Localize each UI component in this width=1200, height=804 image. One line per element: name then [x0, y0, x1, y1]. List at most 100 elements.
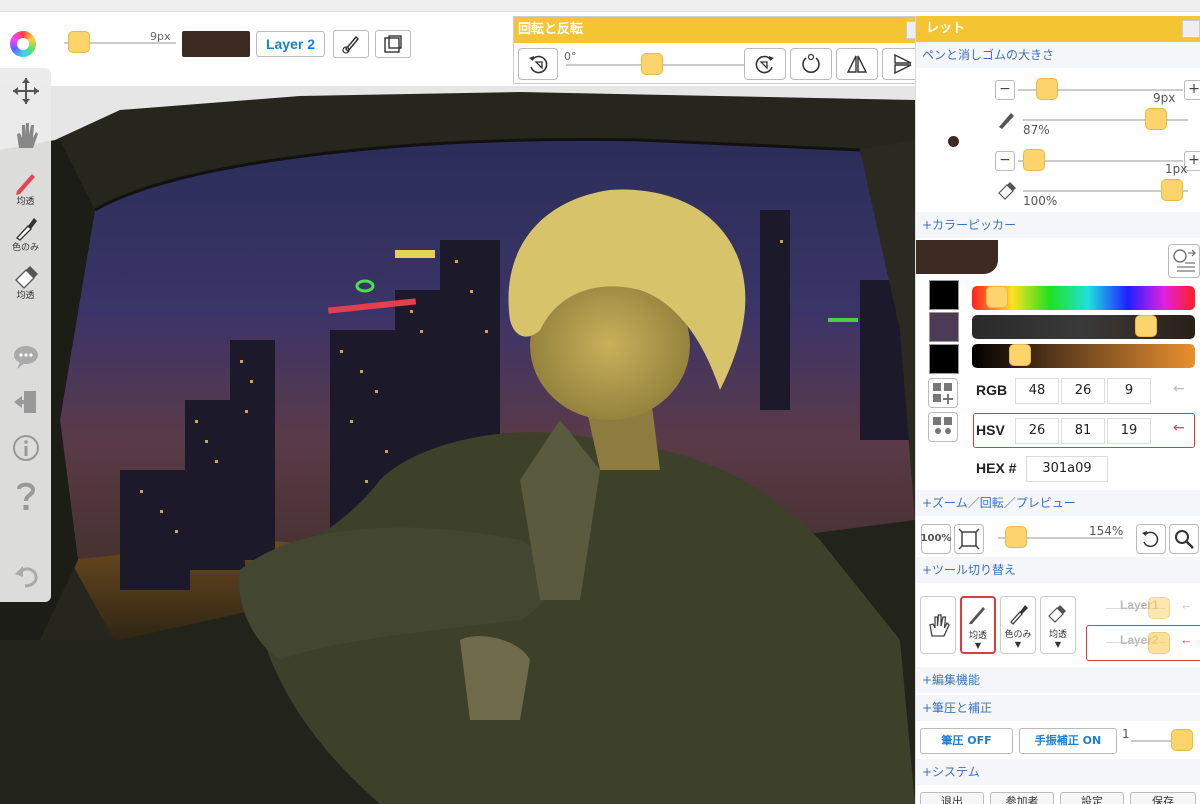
- colorpicker-section-header[interactable]: +カラーピッカー: [916, 212, 1200, 238]
- pen-tool[interactable]: 均透: [0, 168, 51, 207]
- eraser-tool[interactable]: 均透: [0, 262, 51, 301]
- slider-knob[interactable]: [1171, 729, 1193, 751]
- eraser-size-slider[interactable]: [1018, 149, 1183, 171]
- hsv-apply-arrow-icon[interactable]: ←: [1173, 420, 1185, 436]
- color-history-swatch[interactable]: [929, 280, 959, 310]
- tool-card-label: 色のみ: [1004, 630, 1032, 640]
- layer-2-item[interactable]: Layer2 ←: [1106, 628, 1194, 658]
- edit-section-header[interactable]: +編集機能: [916, 667, 1200, 693]
- pen-size-plus-button[interactable]: +: [1184, 80, 1200, 100]
- rgb-b-field[interactable]: 9: [1107, 378, 1151, 404]
- zoom-fit-button[interactable]: [954, 524, 984, 554]
- slider-knob[interactable]: [1161, 179, 1183, 201]
- eraser-size-minus-button[interactable]: −: [995, 151, 1015, 171]
- palette-close-button[interactable]: [1182, 20, 1200, 38]
- layer-opacity-knob[interactable]: [1148, 597, 1170, 619]
- save-button[interactable]: 保存: [1130, 792, 1196, 804]
- flip-horizontal-button[interactable]: [836, 48, 878, 80]
- slider-knob[interactable]: [1135, 315, 1157, 337]
- eyedropper-tool-label: 色のみ: [11, 243, 39, 253]
- rotate-zero-button[interactable]: [790, 48, 832, 80]
- slider-knob[interactable]: [1023, 149, 1045, 171]
- zoom-section-label: +ズーム／回転／プレビュー: [922, 496, 1076, 510]
- pressure-section-header[interactable]: +筆圧と補正: [916, 695, 1200, 721]
- pen-eraser-section-header[interactable]: ペンと消しゴムの大きさ: [916, 42, 1200, 68]
- slider-knob[interactable]: [641, 53, 663, 75]
- add-swatch-button[interactable]: [928, 378, 958, 408]
- chat-button[interactable]: [0, 344, 51, 370]
- participants-button[interactable]: 参加者: [990, 792, 1054, 804]
- undo-button[interactable]: [0, 562, 51, 590]
- hex-field[interactable]: 301a09: [1026, 456, 1108, 482]
- shared-palette-button[interactable]: [928, 412, 958, 442]
- slider-knob[interactable]: [1036, 78, 1058, 100]
- slider-knob[interactable]: [68, 31, 90, 53]
- eyedropper-tool-card[interactable]: 色のみ ▼: [1000, 596, 1036, 654]
- layer-1-item[interactable]: Layer1 ←: [1106, 594, 1194, 624]
- rgb-apply-arrow-icon[interactable]: ←: [1173, 381, 1185, 397]
- slider-knob[interactable]: [1145, 108, 1167, 130]
- color-swap-button[interactable]: [1168, 244, 1200, 278]
- tool-switch-section-header[interactable]: +ツール切り替え: [916, 557, 1200, 583]
- eraser-opacity-slider[interactable]: [1023, 179, 1188, 201]
- exit-room-button[interactable]: [0, 388, 51, 416]
- slider-knob[interactable]: [1005, 526, 1027, 548]
- pen-settings-button[interactable]: [333, 30, 369, 58]
- zoom-reset-button[interactable]: 100%: [921, 524, 951, 554]
- value-slider[interactable]: [972, 344, 1195, 368]
- hue-slider[interactable]: [972, 286, 1195, 310]
- hsv-s-field[interactable]: 81: [1061, 418, 1105, 444]
- exit-button[interactable]: 退出: [920, 792, 984, 804]
- zoom-section-header[interactable]: +ズーム／回転／プレビュー: [916, 490, 1200, 516]
- eyedropper-tool[interactable]: 色のみ: [0, 214, 51, 253]
- brush-size-value: 9px: [150, 30, 171, 43]
- color-history-swatch[interactable]: [929, 344, 959, 374]
- layer-opacity-knob[interactable]: [1148, 632, 1170, 654]
- eraser-tool-label: 均透: [16, 291, 35, 301]
- saturation-slider[interactable]: [972, 315, 1195, 339]
- drawing-canvas[interactable]: [0, 0, 915, 804]
- layer-button[interactable]: Layer 2: [256, 31, 325, 57]
- stabilizer-slider[interactable]: [1131, 729, 1193, 751]
- rgb-g-field[interactable]: 26: [1061, 378, 1105, 404]
- hsv-h-field[interactable]: 26: [1015, 418, 1059, 444]
- preview-button[interactable]: [1169, 524, 1199, 554]
- layer-select-arrow-icon[interactable]: ←: [1180, 632, 1193, 647]
- stabilizer-toggle-button[interactable]: 手振補正 ON: [1019, 728, 1117, 754]
- transform-button[interactable]: [375, 30, 411, 58]
- rotate-reset-icon: [1142, 531, 1159, 548]
- info-button[interactable]: [0, 434, 51, 462]
- pen-tool-card[interactable]: 均透 ▼: [960, 596, 996, 654]
- dropdown-triangle-icon: ▼: [974, 641, 982, 650]
- settings-button[interactable]: 設定: [1060, 792, 1124, 804]
- system-section-header[interactable]: +システム: [916, 759, 1200, 785]
- rgb-r-field[interactable]: 48: [1015, 378, 1059, 404]
- zoom-rotate-reset-button[interactable]: [1136, 524, 1166, 554]
- system-section-label: +システム: [922, 765, 980, 779]
- rotate-angle-slider[interactable]: [566, 53, 746, 75]
- color-wheel-icon[interactable]: [10, 31, 36, 57]
- eraser-tool-card[interactable]: 均透 ▼: [1040, 596, 1076, 654]
- slider-knob[interactable]: [986, 286, 1008, 308]
- pen-opacity-slider[interactable]: [1023, 108, 1188, 130]
- pressure-toggle-button[interactable]: 筆圧 OFF: [920, 728, 1013, 754]
- slider-knob[interactable]: [1009, 344, 1031, 366]
- eraser-opacity-value: 100%: [1023, 194, 1058, 208]
- chat-bubble-icon: [13, 346, 38, 369]
- pen-size-value: 9px: [1153, 91, 1176, 105]
- color-history-swatch[interactable]: [929, 312, 959, 342]
- pen-size-minus-button[interactable]: −: [995, 80, 1015, 100]
- rotate-cw-button[interactable]: [744, 48, 786, 80]
- move-tool[interactable]: [0, 76, 51, 106]
- help-button[interactable]: [0, 480, 51, 512]
- artwork: [0, 0, 915, 804]
- hsv-v-field[interactable]: 19: [1107, 418, 1151, 444]
- stabilizer-value: 1: [1122, 727, 1130, 741]
- flip-vertical-icon: [894, 53, 912, 75]
- main-color-swatch[interactable]: [916, 240, 998, 274]
- hand-tool-card[interactable]: [920, 596, 956, 654]
- layer-select-arrow-icon[interactable]: ←: [1180, 597, 1193, 612]
- hand-tool[interactable]: [0, 120, 51, 150]
- rotate-reset-button[interactable]: [518, 48, 558, 80]
- current-color-swatch[interactable]: [182, 31, 250, 57]
